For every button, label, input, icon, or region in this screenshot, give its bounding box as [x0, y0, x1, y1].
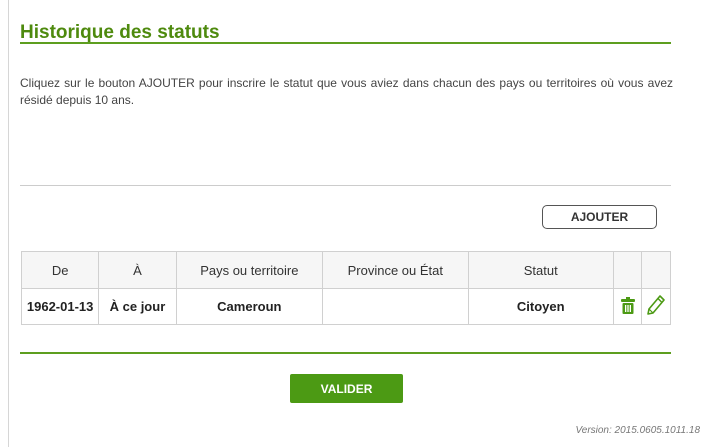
cell-status: Citoyen — [467, 288, 614, 325]
cell-from: 1962-01-13 — [20, 288, 100, 325]
cell-to: À ce jour — [98, 288, 177, 325]
pencil-icon[interactable] — [647, 295, 666, 315]
column-header-to: À — [98, 251, 177, 289]
instructions-text: Cliquez sur le bouton AJOUTER pour inscr… — [20, 76, 673, 107]
section-divider — [20, 185, 671, 186]
column-header-status: Statut — [467, 251, 614, 289]
status-history-table: De À Pays ou territoire Province ou État… — [20, 251, 671, 325]
validate-button[interactable]: VALIDER — [290, 374, 403, 403]
title-divider — [20, 42, 671, 44]
page-left-border — [8, 0, 9, 447]
column-header-from: De — [20, 251, 100, 289]
cell-country: Cameroun — [175, 288, 324, 325]
table-header-row: De À Pays ou territoire Province ou État… — [20, 251, 671, 289]
column-header-delete — [612, 251, 643, 289]
delete-cell — [612, 288, 643, 325]
version-text: Version: 2015.0605.1011.18 — [575, 425, 700, 436]
column-header-country: Pays ou territoire — [175, 251, 324, 289]
cell-province — [322, 288, 469, 325]
trash-icon[interactable] — [620, 296, 635, 314]
table-row: 1962-01-13 À ce jour Cameroun Citoyen — [20, 288, 671, 325]
add-button[interactable]: AJOUTER — [542, 205, 657, 229]
column-header-edit — [641, 251, 671, 289]
column-header-province: Province ou État — [322, 251, 469, 289]
page-title: Historique des statuts — [20, 22, 220, 43]
footer-divider — [20, 352, 671, 354]
edit-cell — [641, 288, 671, 325]
